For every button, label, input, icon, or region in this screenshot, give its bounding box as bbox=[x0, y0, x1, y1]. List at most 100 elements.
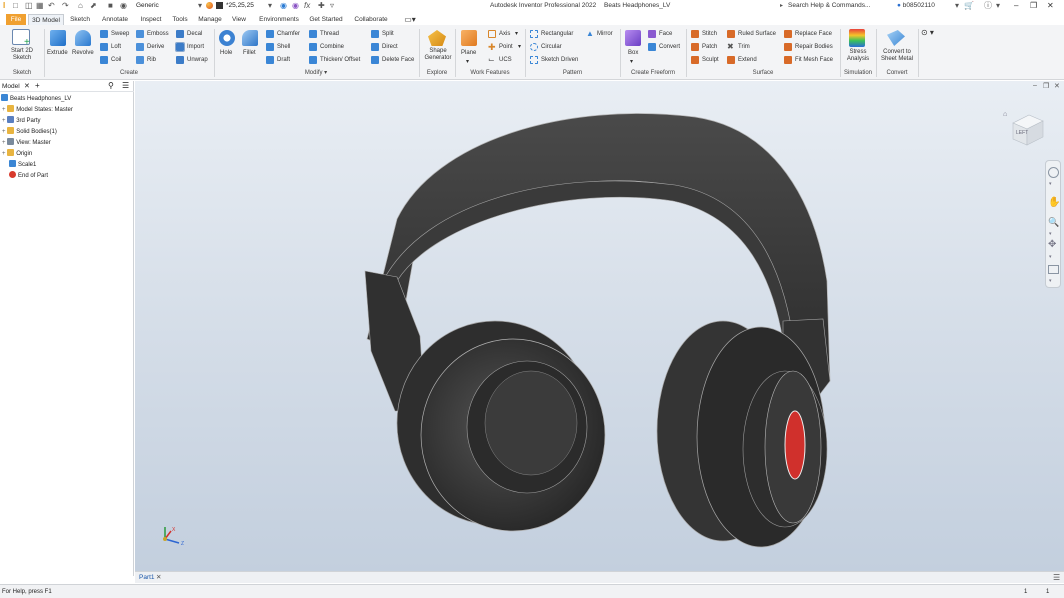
add-icon[interactable]: ✚ bbox=[318, 1, 325, 11]
expand-icon[interactable]: + bbox=[2, 118, 6, 124]
derive-button[interactable]: Derive bbox=[147, 43, 164, 51]
extrude-button[interactable]: Extrude bbox=[47, 49, 68, 57]
tab-manage[interactable]: Manage bbox=[195, 14, 225, 25]
tree-item-solid-bodies[interactable]: + Solid Bodies(1) bbox=[2, 127, 57, 137]
document-tab-part1[interactable]: Part1 bbox=[139, 573, 155, 583]
cart-icon[interactable]: 🛒 bbox=[964, 1, 974, 11]
expand-icon[interactable]: + bbox=[2, 107, 6, 113]
tab-3d-model[interactable]: 3D Model bbox=[28, 14, 64, 25]
box-button[interactable]: Box bbox=[628, 49, 638, 57]
plane-chevron-down-icon[interactable]: ▾ bbox=[466, 58, 469, 66]
axis-chevron-down-icon[interactable]: ▾ bbox=[515, 30, 518, 38]
tab-view[interactable]: View bbox=[228, 14, 250, 25]
revolve-button[interactable]: Revolve bbox=[72, 49, 94, 57]
decal-button[interactable]: Decal bbox=[187, 30, 202, 38]
ribbon-options-icon[interactable]: ⊙ ▾ bbox=[921, 29, 934, 37]
axis-button[interactable]: Axis bbox=[499, 30, 510, 38]
tab-annotate[interactable]: Annotate bbox=[98, 14, 132, 25]
hole-button[interactable]: Hole bbox=[220, 49, 232, 57]
mirror-button[interactable]: Mirror bbox=[597, 30, 613, 38]
replace-face-button[interactable]: Replace Face bbox=[795, 30, 832, 38]
save-icon[interactable]: ▦ bbox=[36, 1, 44, 11]
ucs-button[interactable]: UCS bbox=[499, 56, 512, 64]
repair-bodies-button[interactable]: Repair Bodies bbox=[795, 43, 833, 51]
plane-button[interactable]: Plane bbox=[461, 49, 476, 57]
combine-button[interactable]: Combine bbox=[320, 43, 344, 51]
split-button[interactable]: Split bbox=[382, 30, 394, 38]
tab-inspect[interactable]: Inspect bbox=[136, 14, 166, 25]
minimize-icon[interactable]: – bbox=[1014, 1, 1018, 11]
direct-button[interactable]: Direct bbox=[382, 43, 398, 51]
headphones-model[interactable] bbox=[135, 81, 1064, 571]
open-file-icon[interactable]: ◫ bbox=[25, 1, 33, 11]
expand-icon[interactable]: + bbox=[2, 140, 6, 146]
stitch-button[interactable]: Stitch bbox=[702, 30, 717, 38]
rib-button[interactable]: Rib bbox=[147, 56, 156, 64]
redo-icon[interactable]: ↷ bbox=[62, 1, 69, 11]
tab-file[interactable]: File bbox=[6, 14, 26, 25]
emboss-button[interactable]: Emboss bbox=[147, 30, 169, 38]
point-button[interactable]: Point bbox=[499, 43, 513, 51]
shape-generator-button[interactable]: Shape Generator bbox=[422, 48, 454, 62]
user-account[interactable]: ● b08502110 bbox=[897, 1, 935, 11]
undo-icon[interactable]: ↶ bbox=[48, 1, 55, 11]
coil-button[interactable]: Coil bbox=[111, 56, 121, 64]
thicken-offset-button[interactable]: Thicken/ Offset bbox=[320, 56, 360, 64]
tree-item-scale1[interactable]: Scale1 bbox=[9, 160, 36, 170]
close-browser-tab-icon[interactable]: ✕ bbox=[24, 82, 30, 91]
help-chevron-down-icon[interactable]: ▾ bbox=[996, 1, 1000, 11]
adjust-icon[interactable]: ◉ bbox=[292, 1, 299, 11]
face-button[interactable]: Face bbox=[659, 30, 672, 38]
chamfer-button[interactable]: Chamfer bbox=[277, 30, 300, 38]
tree-item-model-states[interactable]: + Model States: Master bbox=[2, 105, 73, 115]
tab-overflow-icon[interactable]: ▭▾ bbox=[400, 14, 420, 25]
new-file-icon[interactable]: □ bbox=[13, 1, 18, 11]
browser-tab-model[interactable]: Model bbox=[2, 82, 20, 91]
fit-mesh-face-button[interactable]: Fit Mesh Face bbox=[795, 56, 833, 64]
loft-button[interactable]: Loft bbox=[111, 43, 121, 51]
stress-analysis-button[interactable]: Stress Analysis bbox=[844, 49, 872, 63]
sweep-button[interactable]: Sweep bbox=[111, 30, 129, 38]
fillet-button[interactable]: Fillet bbox=[243, 49, 256, 57]
add-browser-tab-icon[interactable]: + bbox=[35, 81, 40, 91]
extend-button[interactable]: Extend bbox=[738, 56, 757, 64]
rectangular-button[interactable]: Rectangular bbox=[541, 30, 573, 38]
customize-quick-access-icon[interactable]: ▿ bbox=[330, 1, 334, 11]
tree-item-3rd-party[interactable]: + 3rd Party bbox=[2, 116, 41, 126]
search-chevron-icon[interactable]: ▸ bbox=[780, 1, 783, 11]
hamburger-menu-icon[interactable]: ☰ bbox=[122, 81, 129, 91]
material-dropdown[interactable]: Generic bbox=[136, 1, 196, 11]
appearance-sphere-icon[interactable] bbox=[206, 2, 213, 9]
tree-item-end-of-part[interactable]: End of Part bbox=[9, 171, 48, 181]
clear-appearance-icon[interactable]: ◉ bbox=[280, 1, 287, 11]
document-menu-icon[interactable]: ☰ bbox=[1053, 573, 1060, 583]
sketch-driven-button[interactable]: Sketch Driven bbox=[541, 56, 578, 64]
unwrap-button[interactable]: Unwrap bbox=[187, 56, 208, 64]
tree-item-origin[interactable]: + Origin bbox=[2, 149, 32, 159]
tab-tools[interactable]: Tools bbox=[168, 14, 192, 25]
delete-face-button[interactable]: Delete Face bbox=[382, 56, 414, 64]
shell-button[interactable]: Shell bbox=[277, 43, 290, 51]
material-icon[interactable]: ◉ bbox=[120, 1, 127, 11]
expand-icon[interactable]: + bbox=[2, 129, 6, 135]
circular-button[interactable]: Circular bbox=[541, 43, 562, 51]
appearance-chevron-down-icon[interactable]: ▾ bbox=[268, 1, 272, 11]
panel-title-modify[interactable]: Modify ▾ bbox=[214, 69, 418, 77]
tree-item-root[interactable]: Beats Headphones_LV bbox=[1, 94, 71, 104]
patch-button[interactable]: Patch bbox=[702, 43, 717, 51]
tab-collaborate[interactable]: Collaborate bbox=[350, 14, 392, 25]
sculpt-button[interactable]: Sculpt bbox=[702, 56, 719, 64]
tree-item-view[interactable]: + View: Master bbox=[2, 138, 51, 148]
draft-button[interactable]: Draft bbox=[277, 56, 290, 64]
trim-button[interactable]: Trim bbox=[738, 43, 750, 51]
appearance-dropdown[interactable]: *25,25,25 bbox=[226, 1, 254, 11]
import-button[interactable]: Import bbox=[187, 43, 204, 51]
fx-parameters-icon[interactable]: fx bbox=[304, 1, 310, 11]
tab-environments[interactable]: Environments bbox=[254, 14, 304, 25]
start-2d-sketch-button[interactable]: Start 2D Sketch bbox=[8, 48, 36, 62]
ruled-surface-button[interactable]: Ruled Surface bbox=[738, 30, 776, 38]
user-chevron-down-icon[interactable]: ▾ bbox=[955, 1, 959, 11]
thread-button[interactable]: Thread bbox=[320, 30, 339, 38]
close-icon[interactable]: ✕ bbox=[1047, 1, 1054, 11]
material-chevron-down-icon[interactable]: ▾ bbox=[198, 1, 202, 11]
